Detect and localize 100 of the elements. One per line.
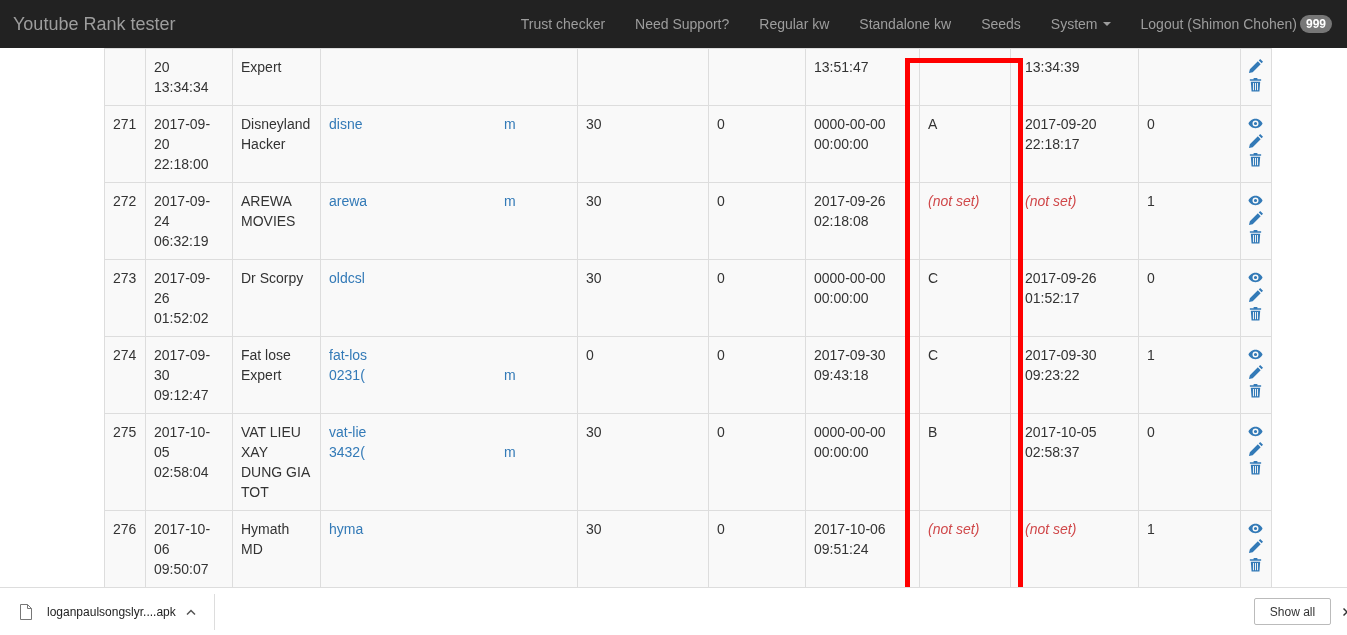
table-cell-text: 1 [1147,520,1155,539]
table-cell-text: 00:00:00 [814,135,869,154]
table-cell-text: 0 [1147,423,1155,442]
table-cell-text: MD [241,540,263,559]
nav-link[interactable]: Trust checker [520,16,606,32]
table-cell-text: 2017-09-26 [1025,269,1097,288]
table-cell-text: Hymath [241,520,290,539]
email-link[interactable]: arewa [329,191,504,211]
email-link[interactable]: m [504,365,516,385]
show-all-button[interactable]: Show all [1254,598,1331,625]
email-link[interactable]: fat-los [329,345,368,365]
not-set-label: (not set) [1025,520,1077,539]
table-cell-text: TOT [241,483,269,502]
table-cell-text: 0000-00-00 [814,269,886,288]
nav-link[interactable]: Regular kw [759,16,830,32]
trash-icon[interactable] [1248,77,1263,92]
nav-link[interactable]: Standalone kw [859,16,952,32]
email-link[interactable]: 0231( [329,365,504,385]
trash-icon[interactable] [1248,557,1263,572]
table-cell-text: 0000-00-00 [814,115,886,134]
table-cell-text: 30 [586,423,602,442]
table-cell-text: XAY [241,443,268,462]
trash-icon[interactable] [1248,229,1263,244]
table-cell-text: 275 [113,423,137,442]
file-icon [20,603,32,620]
table-cell-text: 2017-09- [154,192,211,211]
nav-link[interactable]: Logout (Shimon Chohen) 999 [1140,15,1332,33]
trash-icon[interactable] [1248,152,1263,167]
pencil-icon[interactable] [1248,59,1263,74]
nav-dropdown[interactable]: System [1050,16,1111,32]
table-cell-text: 13:51:47 [814,58,869,77]
eye-icon[interactable] [1248,347,1263,362]
table-cell-text: Disneyland [241,115,311,134]
email-link[interactable]: m [504,114,516,134]
not-set-label: (not set) [1025,192,1077,211]
table-cell-text: 09:12:47 [154,386,209,405]
count-badge: 999 [1299,15,1332,33]
pencil-icon[interactable] [1248,539,1263,554]
email-link[interactable]: m [504,191,516,211]
eye-icon[interactable] [1248,270,1263,285]
pencil-icon[interactable] [1248,211,1263,226]
trash-icon[interactable] [1248,383,1263,398]
trash-icon[interactable] [1248,460,1263,475]
email-link[interactable]: 3432( [329,442,504,462]
eye-icon[interactable] [1248,116,1263,131]
email-link[interactable]: m [504,442,516,462]
table-cell-text: 271 [113,115,137,134]
table-cell-text: DUNG GIA [241,463,311,482]
table-cell-text: Expert [241,366,282,385]
app-title[interactable]: Youtube Rank tester [13,13,176,35]
table-cell-text: 0000-00-00 [814,423,886,442]
not-set-label: (not set) [928,520,980,539]
table-cell-text: 06 [154,540,170,559]
email-link[interactable]: oldcsl [329,268,365,288]
table-cell-text: 06:32:19 [154,232,209,251]
table-cell-text: 1 [1147,346,1155,365]
table-cell-text: Dr Scorpy [241,269,304,288]
email-link[interactable]: disne [329,114,504,134]
table-cell-text: 2017-09-30 [1025,346,1097,365]
table-cell-text: 2017-10- [154,423,211,442]
table-cell-text: 02:58:04 [154,463,209,482]
table-cell-text: Fat lose [241,346,291,365]
table-cell-text: 276 [113,520,137,539]
table-cell-text: 0 [717,346,725,365]
table-cell-text: 05 [154,443,170,462]
chevron-up-icon[interactable] [185,608,196,615]
table-cell-text: VAT LIEU [241,423,301,442]
eye-icon[interactable] [1248,193,1263,208]
eye-icon[interactable] [1248,521,1263,536]
table-cell-text: 09:23:22 [1025,366,1080,385]
pencil-icon[interactable] [1248,288,1263,303]
email-link[interactable]: hyma [329,519,364,539]
email-link[interactable]: vat-lie [329,422,367,442]
trash-icon[interactable] [1248,306,1263,321]
table-cell-text: 1 [1147,192,1155,211]
pencil-icon[interactable] [1248,134,1263,149]
table-cell-text: A [928,115,938,134]
table-cell-text: 09:50:07 [154,560,209,579]
caret-icon [1102,22,1111,26]
table-cell-text: 20 [154,58,170,77]
download-file-name[interactable]: loganpaulsongslyr....apk [47,604,176,619]
table-cell-text: 01:52:17 [1025,289,1080,308]
table-cell-text: 2017-09-30 [814,346,886,365]
table-cell-text: 2017-10-05 [1025,423,1097,442]
table-cell-text: C [928,269,939,288]
table-cell-text: Expert [241,58,282,77]
table-cell-text: AREWA [241,192,292,211]
table-cell-text: 09:51:24 [814,540,869,559]
eye-icon[interactable] [1248,424,1263,439]
table-cell-text: 2017-09- [154,346,211,365]
table-cell-text: 0 [717,423,725,442]
table-cell-text: MOVIES [241,212,296,231]
nav-link[interactable]: Seeds [981,16,1021,32]
pencil-icon[interactable] [1248,365,1263,380]
table-cell-text: 30 [586,192,602,211]
table-cell-text: 22:18:00 [154,155,209,174]
table-cell-text: B [928,423,938,442]
pencil-icon[interactable] [1248,442,1263,457]
nav-link[interactable]: Need Support? [635,16,730,32]
table-cell-text: 30 [586,115,602,134]
